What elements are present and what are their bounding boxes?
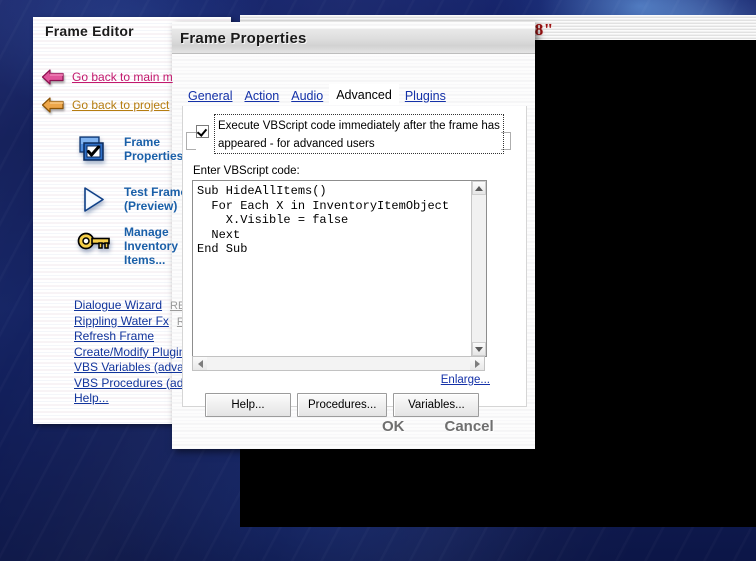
code-horizontal-scrollbar[interactable]: [192, 356, 485, 371]
link-rippling-water-fx: Rippling Water Fx: [74, 313, 169, 328]
vbscript-code-editor[interactable]: Sub HideAllItems() For Each X in Invento…: [192, 180, 487, 357]
play-triangle-icon: [77, 185, 113, 219]
tab-general[interactable]: General: [182, 87, 238, 105]
enter-vbscript-code-label: Enter VBScript code:: [193, 165, 300, 177]
go-back-main-menu-label: Go back to main m: [72, 70, 173, 84]
tab-plugins[interactable]: Plugins: [399, 87, 452, 105]
scroll-left-arrow-icon[interactable]: [193, 357, 207, 370]
go-back-project-link[interactable]: Go back to project: [41, 97, 169, 113]
link-dialogue-wizard: Dialogue Wizard: [74, 298, 163, 312]
cancel-button[interactable]: Cancel: [445, 418, 494, 435]
frame-properties-dialog: Frame Properties General Action Audio Ad…: [172, 22, 535, 449]
key-icon: [77, 225, 113, 259]
variables-button[interactable]: Variables...: [393, 393, 480, 417]
go-back-main-menu-link[interactable]: Go back to main m: [41, 69, 173, 85]
tab-action[interactable]: Action: [238, 87, 285, 105]
vbscript-code-text: Sub HideAllItems() For Each X in Invento…: [197, 184, 450, 257]
scroll-up-arrow-icon[interactable]: [472, 181, 486, 195]
frame-checkbox-icon: [77, 135, 113, 169]
scroll-down-arrow-icon[interactable]: [472, 342, 486, 356]
left-arrow-icon: [41, 69, 65, 85]
ok-button[interactable]: OK: [382, 418, 405, 435]
tab-audio[interactable]: Audio: [285, 87, 329, 105]
code-vertical-scrollbar[interactable]: [471, 181, 486, 356]
advanced-button-row: Help... Procedures... Variables...: [205, 393, 480, 417]
execute-vbscript-checkbox-group: Execute VBScript code immediately after …: [186, 114, 511, 154]
link-help: Help...: [74, 391, 109, 405]
help-button[interactable]: Help...: [205, 393, 291, 417]
groupbox-bracket-left: [186, 132, 196, 150]
procedures-button[interactable]: Procedures...: [297, 393, 388, 417]
go-back-project-label: Go back to project: [72, 98, 170, 112]
scroll-right-arrow-icon[interactable]: [470, 357, 484, 370]
frame-editor-title: Frame Editor: [45, 23, 134, 39]
left-arrow-icon: [41, 97, 65, 113]
dialog-title: Frame Properties: [180, 30, 307, 47]
execute-vbscript-label-focus[interactable]: Execute VBScript code immediately after …: [214, 114, 504, 154]
execute-vbscript-label: Execute VBScript code immediately after …: [218, 120, 500, 150]
link-refresh-frame: Refresh Frame: [74, 329, 155, 343]
advanced-tab-panel: Execute VBScript code immediately after …: [182, 106, 527, 417]
execute-vbscript-checkbox[interactable]: [196, 125, 209, 138]
dialog-footer-buttons: OK Cancel: [382, 418, 494, 435]
tab-advanced[interactable]: Advanced: [329, 84, 399, 105]
enlarge-link[interactable]: Enlarge...: [441, 374, 490, 386]
dialog-tabs: General Action Audio Advanced Plugins: [182, 84, 452, 105]
